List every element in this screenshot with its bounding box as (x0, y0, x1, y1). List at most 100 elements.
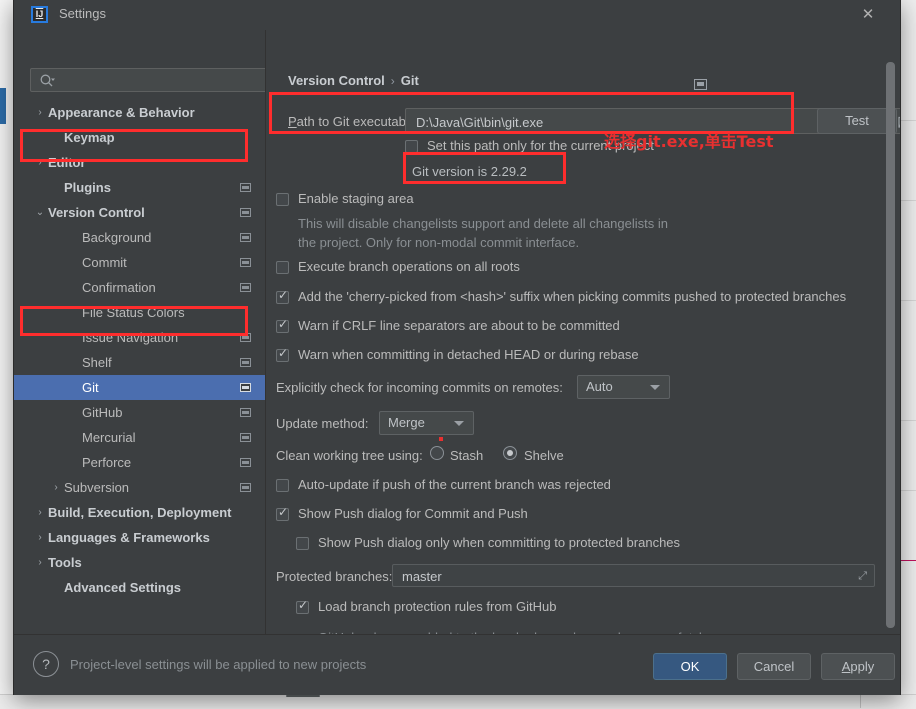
sidebar-item-appearance-behavior[interactable]: › Appearance & Behavior (14, 100, 265, 125)
auto-update-push-label: Auto-update if push of the current branc… (298, 477, 611, 492)
sidebar-item-background[interactable]: Background (14, 225, 265, 250)
sidebar-item-shelf[interactable]: Shelf (14, 350, 265, 375)
background-left-tab (0, 88, 6, 124)
sidebar-item-version-control[interactable]: ⌄ Version Control (14, 200, 265, 225)
sidebar-item-plugins[interactable]: Plugins (14, 175, 265, 200)
search-input[interactable] (61, 72, 270, 91)
chevron-right-icon[interactable]: › (34, 500, 46, 525)
clean-tree-stash-radio[interactable] (430, 446, 444, 460)
sidebar-item-label: Confirmation (82, 280, 156, 295)
sidebar-item-git[interactable]: Git (14, 375, 265, 400)
sidebar-item-label: Tools (48, 555, 82, 570)
sidebar-item-github[interactable]: GitHub (14, 400, 265, 425)
chevron-right-icon[interactable]: › (34, 100, 46, 125)
execute-branch-ops-checkbox[interactable] (276, 261, 289, 274)
show-push-protected-checkbox[interactable] (296, 537, 309, 550)
dialog-footer: ? Project-level settings will be applied… (14, 634, 900, 695)
settings-dialog: IJ Settings ✕ › Appearance & Behavior Keym… (14, 0, 900, 697)
sidebar-item-commit[interactable]: Commit (14, 250, 265, 275)
detached-head-warning-label: Warn when committing in detached HEAD or… (298, 347, 639, 362)
sidebar-item-label: Appearance & Behavior (48, 105, 195, 120)
crlf-warning-label: Warn if CRLF line separators are about t… (298, 318, 620, 333)
chevron-down-icon[interactable]: ⌄ (34, 200, 46, 225)
clean-tree-shelve-label: Shelve (524, 448, 564, 463)
sidebar-item-label: Advanced Settings (64, 580, 182, 595)
sidebar-item-label: Commit (82, 255, 127, 270)
sidebar-item-editor[interactable]: › Editor (14, 150, 265, 175)
incoming-commits-label: Explicitly check for incoming commits on… (276, 380, 563, 395)
breadcrumb: Version Control › Git (288, 73, 419, 88)
background-statusbar (0, 694, 916, 709)
test-button[interactable]: Test (817, 108, 897, 134)
sidebar-item-build-execution-deployment[interactable]: › Build, Execution, Deployment (14, 500, 265, 525)
auto-update-push-checkbox[interactable] (276, 479, 289, 492)
load-branch-rules-checkbox[interactable] (296, 598, 309, 614)
project-level-badge-icon (694, 79, 707, 90)
footer-note: Project-level settings will be applied t… (70, 657, 367, 672)
incoming-commits-value: Auto (586, 379, 613, 394)
chevron-right-icon[interactable]: › (34, 150, 46, 175)
apply-rest: pply (850, 659, 875, 674)
expand-icon[interactable]: ⤢ (858, 570, 867, 583)
breadcrumb-root[interactable]: Version Control (288, 73, 385, 88)
crlf-warning-checkbox[interactable] (276, 317, 289, 333)
project-level-badge-icon (240, 358, 251, 367)
sidebar-item-mercurial[interactable]: Mercurial (14, 425, 265, 450)
sidebar-item-label: Languages & Frameworks (48, 530, 210, 545)
clean-working-tree-label: Clean working tree using: (276, 448, 423, 463)
clean-tree-shelve-radio[interactable] (503, 446, 517, 460)
project-level-badge-icon (240, 258, 251, 267)
protected-branches-field[interactable]: ⤢ (392, 564, 875, 587)
staging-hint-line2: the project. Only for non-modal commit i… (298, 235, 580, 250)
sidebar-item-advanced-settings[interactable]: Advanced Settings (14, 575, 265, 600)
sidebar-item-label: GitHub (82, 405, 123, 420)
execute-branch-ops-label: Execute branch operations on all roots (298, 259, 520, 274)
sidebar-item-tools[interactable]: › Tools (14, 550, 265, 575)
sidebar-item-label: Keymap (64, 130, 115, 145)
chevron-right-icon[interactable]: › (34, 525, 46, 550)
sidebar-item-issue-navigation[interactable]: Issue Navigation (14, 325, 265, 350)
project-level-badge-icon (240, 458, 251, 467)
sidebar-item-confirmation[interactable]: Confirmation (14, 275, 265, 300)
show-push-protected-label: Show Push dialog only when committing to… (318, 535, 681, 550)
show-push-dialog-checkbox[interactable] (276, 505, 289, 521)
ok-button[interactable]: OK (653, 653, 727, 680)
sidebar-item-label: Editor (48, 155, 86, 170)
sidebar-item-subversion[interactable]: › Subversion (14, 475, 265, 500)
sidebar-item-label: Mercurial (82, 430, 136, 445)
background-divider (900, 490, 916, 491)
chevron-right-icon[interactable]: › (50, 475, 62, 500)
enable-staging-label: Enable staging area (298, 191, 414, 206)
cancel-button[interactable]: Cancel (737, 653, 811, 680)
detached-head-warning-checkbox[interactable] (276, 346, 289, 362)
sidebar-item-label: Background (82, 230, 152, 245)
search-box[interactable] (30, 68, 278, 92)
settings-sidebar: › Appearance & Behavior Keymap › Editor Plugi… (14, 30, 278, 664)
path-label-mnemonic: P (288, 114, 297, 129)
background-divider (900, 560, 916, 561)
close-icon[interactable]: ✕ (846, 0, 890, 30)
enable-staging-checkbox[interactable] (276, 193, 289, 206)
sidebar-item-label: Perforce (82, 455, 132, 470)
incoming-commits-dropdown[interactable]: Auto (577, 375, 670, 399)
update-method-dropdown[interactable]: Merge (379, 411, 474, 435)
search-icon (40, 74, 55, 87)
set-path-only-checkbox[interactable] (405, 140, 418, 153)
intellij-idea-icon: IJ (31, 6, 48, 23)
load-branch-rules-label: Load branch protection rules from GitHub (318, 599, 557, 614)
sidebar-item-label: Plugins (64, 180, 111, 195)
sidebar-item-languages-frameworks[interactable]: › Languages & Frameworks (14, 525, 265, 550)
git-version-text: Git version is 2.29.2 (412, 164, 527, 179)
sidebar-item-label: Subversion (64, 480, 130, 495)
chevron-right-icon[interactable]: › (34, 550, 46, 575)
protected-branches-input[interactable] (400, 567, 834, 586)
sidebar-item-perforce[interactable]: Perforce (14, 450, 265, 475)
help-icon[interactable]: ? (33, 651, 59, 677)
apply-button[interactable]: Apply (821, 653, 895, 680)
sidebar-item-keymap[interactable]: Keymap (14, 125, 265, 150)
main-scrollbar[interactable] (886, 62, 895, 628)
folder-icon[interactable] (898, 115, 900, 128)
sidebar-item-file-status-colors[interactable]: File Status Colors (14, 300, 265, 325)
cherry-picked-suffix-label: Add the 'cherry-picked from <hash>' suff… (298, 289, 847, 304)
cherry-picked-suffix-checkbox[interactable] (276, 288, 289, 304)
